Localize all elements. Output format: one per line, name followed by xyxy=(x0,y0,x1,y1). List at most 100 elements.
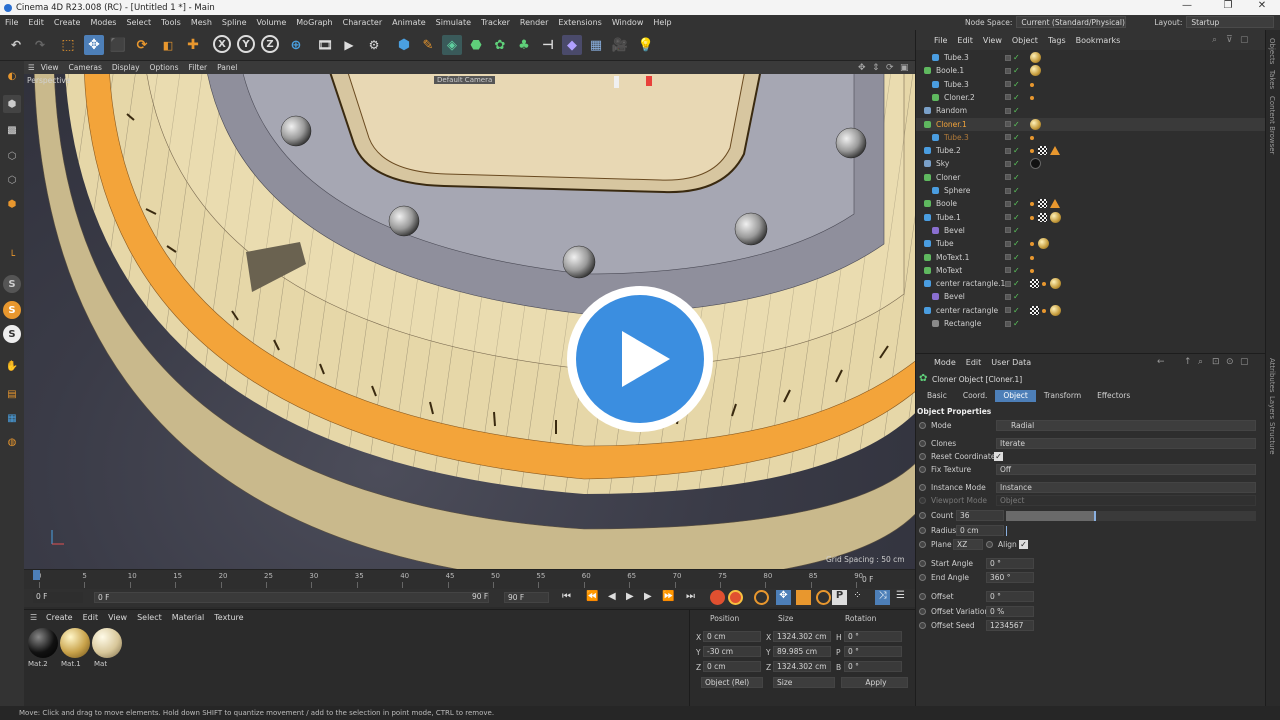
end-frame-field[interactable]: 90 F xyxy=(504,592,549,603)
visibility-toggle[interactable] xyxy=(1005,187,1011,194)
enabled-check-icon[interactable]: ✓ xyxy=(1013,213,1020,222)
visibility-toggle[interactable] xyxy=(1005,200,1011,207)
fix-texture-dropdown[interactable]: Off xyxy=(996,464,1256,475)
lock-icon[interactable]: ⊡ xyxy=(1212,357,1220,367)
align-checkbox[interactable]: ✓ xyxy=(1019,540,1028,549)
object-row[interactable]: Boole.1 ✓ xyxy=(916,64,1266,77)
visibility-toggle[interactable] xyxy=(1005,227,1011,234)
object-name[interactable]: Tube.3 xyxy=(944,133,969,142)
material-menu-material[interactable]: Material xyxy=(172,613,205,622)
enabled-check-icon[interactable]: ✓ xyxy=(1013,133,1020,142)
reset-coordinates-checkbox[interactable]: ✓ xyxy=(994,452,1003,461)
render-picture-viewer-icon[interactable]: ▶ xyxy=(339,35,359,55)
object-row[interactable]: center ractangle ✓ xyxy=(916,304,1266,317)
material-swatch-mat1[interactable] xyxy=(60,628,90,658)
tag-icon[interactable] xyxy=(1030,202,1034,207)
3d-viewport[interactable]: Perspective Default Camera Grid Spacing … xyxy=(24,74,915,569)
node-space-dropdown[interactable]: Current (Standard/Physical) xyxy=(1016,16,1127,28)
render-view-icon[interactable]: 🎞 xyxy=(315,35,335,55)
record-icon[interactable] xyxy=(710,590,725,605)
play-forward-icon[interactable]: ▶ xyxy=(626,591,634,602)
tag-icon[interactable] xyxy=(1030,215,1034,220)
warning-tag-icon[interactable] xyxy=(1050,199,1060,209)
radius-slider[interactable] xyxy=(1006,526,1256,536)
tab-attributes[interactable]: Attributes xyxy=(1268,358,1276,393)
go-to-end-icon[interactable]: ⏭ xyxy=(686,591,695,602)
animate-toggle[interactable] xyxy=(919,453,926,460)
tag-icon[interactable] xyxy=(1030,242,1034,247)
visibility-toggle[interactable] xyxy=(1005,67,1011,74)
visibility-toggle[interactable] xyxy=(1005,254,1011,260)
axis-x-toggle[interactable]: X xyxy=(213,35,231,53)
filter-icon[interactable]: ⊽ xyxy=(1226,35,1233,45)
tab-objects[interactable]: Objects xyxy=(1268,38,1276,64)
menu-select[interactable]: Select xyxy=(126,18,151,27)
visibility-toggle[interactable] xyxy=(1005,307,1011,314)
menu-file[interactable]: File xyxy=(5,18,18,27)
viewport-maximize-icon[interactable]: ▣ xyxy=(900,63,909,73)
enabled-check-icon[interactable]: ✓ xyxy=(1013,319,1020,328)
tag-icon[interactable] xyxy=(1030,82,1034,87)
object-name[interactable]: MoText xyxy=(936,266,962,275)
axis-y-toggle[interactable]: Y xyxy=(237,35,255,53)
instance-mode-dropdown[interactable]: Instance xyxy=(996,482,1256,493)
animate-toggle[interactable] xyxy=(919,560,926,567)
viewport-rotate-icon[interactable]: ⟳ xyxy=(886,63,894,73)
tab-coord[interactable]: Coord. xyxy=(955,390,996,402)
uvw-tag-icon[interactable] xyxy=(1038,199,1047,209)
object-name[interactable]: center ractangle xyxy=(936,306,998,315)
animate-toggle[interactable] xyxy=(919,440,926,447)
visibility-toggle[interactable] xyxy=(1005,94,1011,101)
previous-key-icon[interactable]: ⏪ xyxy=(586,591,598,602)
radius-field[interactable]: 0 cm xyxy=(956,525,1004,536)
tag-icon[interactable] xyxy=(1030,149,1034,154)
rotation-p-field[interactable]: 0 ° xyxy=(844,646,902,657)
texture-mode-icon[interactable]: ▩ xyxy=(3,121,21,139)
menu-mesh[interactable]: Mesh xyxy=(191,18,212,27)
object-name[interactable]: Tube.3 xyxy=(944,53,969,62)
tag-icon[interactable] xyxy=(1042,282,1046,287)
lock-workplane-icon[interactable]: ✋ xyxy=(3,357,21,375)
object-name[interactable]: Bevel xyxy=(944,226,965,235)
max-frame-field[interactable]: 90 F xyxy=(469,592,489,603)
menu-animate[interactable]: Animate xyxy=(392,18,426,27)
cloner-icon[interactable]: ✿ xyxy=(490,35,510,55)
animate-toggle[interactable] xyxy=(986,541,993,548)
size-x-field[interactable]: 1324.302 cm xyxy=(773,631,831,642)
viewport-menu-icon[interactable]: ☰ xyxy=(28,63,35,72)
enabled-check-icon[interactable]: ✓ xyxy=(1013,253,1020,262)
coordinate-mode-dropdown[interactable]: Object (Rel) xyxy=(701,677,763,688)
object-row[interactable]: Tube.3 ✓ xyxy=(916,51,1266,64)
animate-toggle[interactable] xyxy=(919,593,926,600)
animate-toggle[interactable] xyxy=(919,541,926,548)
object-menu-tags[interactable]: Tags xyxy=(1048,36,1066,45)
object-menu-view[interactable]: View xyxy=(983,36,1002,45)
material-menu-view[interactable]: View xyxy=(108,613,127,622)
redo-icon[interactable]: ↷ xyxy=(30,35,50,55)
object-row[interactable]: MoText.1 ✓ xyxy=(916,251,1266,264)
pen-icon[interactable]: ✎ xyxy=(418,35,438,55)
visibility-toggle[interactable] xyxy=(1005,81,1011,88)
enabled-check-icon[interactable]: ✓ xyxy=(1013,266,1020,275)
menu-spline[interactable]: Spline xyxy=(222,18,247,27)
select-tool-icon[interactable]: ⬚ xyxy=(58,35,78,55)
warning-tag-icon[interactable] xyxy=(1050,146,1060,156)
menu-volume[interactable]: Volume xyxy=(257,18,287,27)
object-row[interactable]: Tube.1 ✓ xyxy=(916,211,1266,224)
object-row[interactable]: Tube.3 ✓ xyxy=(916,78,1266,91)
object-name[interactable]: Sky xyxy=(936,159,949,168)
menu-modes[interactable]: Modes xyxy=(90,18,116,27)
mograph-icon[interactable]: ♣ xyxy=(514,35,534,55)
object-name[interactable]: Cloner.1 xyxy=(936,120,967,129)
enabled-check-icon[interactable]: ✓ xyxy=(1013,80,1020,89)
attr-menu-edit[interactable]: Edit xyxy=(966,358,982,367)
visibility-toggle[interactable] xyxy=(1005,54,1011,61)
enabled-check-icon[interactable]: ✓ xyxy=(1013,199,1020,208)
material-tag-icon[interactable] xyxy=(1050,211,1061,223)
viewport-menu-panel[interactable]: Panel xyxy=(217,63,237,72)
render-settings-icon[interactable]: ⚙ xyxy=(364,35,384,55)
object-name[interactable]: Tube xyxy=(936,239,954,248)
animate-toggle[interactable] xyxy=(919,608,926,615)
menu-edit[interactable]: Edit xyxy=(28,18,44,27)
edges-mode-icon[interactable]: ⬡ xyxy=(3,171,21,189)
